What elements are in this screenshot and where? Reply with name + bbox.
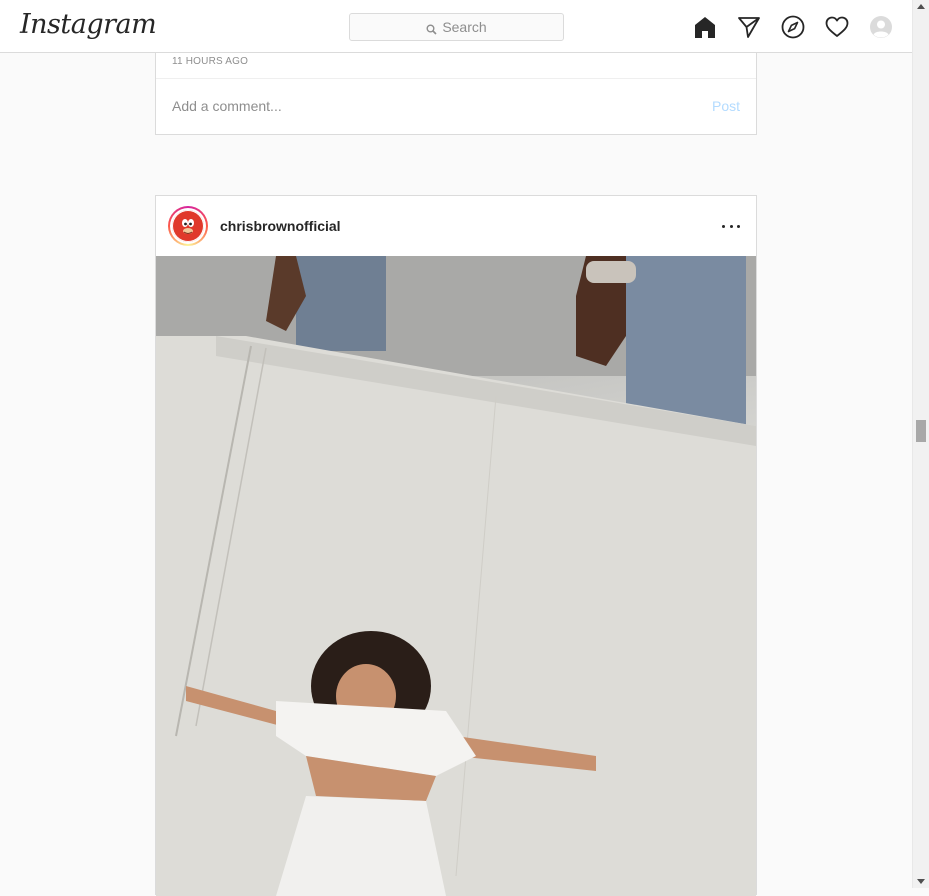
page-scrollbar[interactable] (912, 0, 929, 888)
profile-avatar[interactable] (868, 14, 894, 40)
post-username[interactable]: chrisbrownofficial (220, 218, 341, 234)
post-header: chrisbrownofficial (156, 196, 756, 256)
post-timestamp[interactable]: 11 HOURS AGO (172, 56, 248, 67)
search-icon (426, 22, 437, 35)
post-card: chrisbrownofficial (155, 195, 757, 896)
comment-input[interactable]: Add a comment... (172, 98, 282, 114)
scroll-thumb[interactable] (916, 420, 926, 442)
comment-form: Add a comment... Post (156, 78, 756, 134)
scroll-up-arrow[interactable] (917, 4, 925, 9)
dot (722, 224, 725, 228)
more-options-icon[interactable] (722, 216, 740, 236)
post-comment-button[interactable]: Post (712, 98, 740, 114)
instagram-logo[interactable]: Instagram (20, 9, 157, 40)
home-icon[interactable] (692, 14, 718, 40)
previous-post-card: 11 HOURS AGO Add a comment... Post (155, 53, 757, 135)
explore-icon[interactable] (780, 14, 806, 40)
post-photo[interactable] (156, 256, 756, 896)
search-input[interactable]: Search (349, 13, 564, 41)
dot (729, 224, 733, 228)
activity-heart-icon[interactable] (824, 14, 850, 40)
top-navigation-bar: Instagram Search (0, 0, 912, 53)
user-avatar[interactable] (168, 206, 208, 246)
scroll-down-arrow[interactable] (917, 879, 925, 884)
avatar-image (172, 210, 204, 242)
direct-icon[interactable] (736, 14, 762, 40)
photo-illustration (156, 256, 756, 896)
search-placeholder: Search (442, 19, 487, 35)
nav-icons (692, 14, 912, 40)
dot (737, 224, 740, 228)
